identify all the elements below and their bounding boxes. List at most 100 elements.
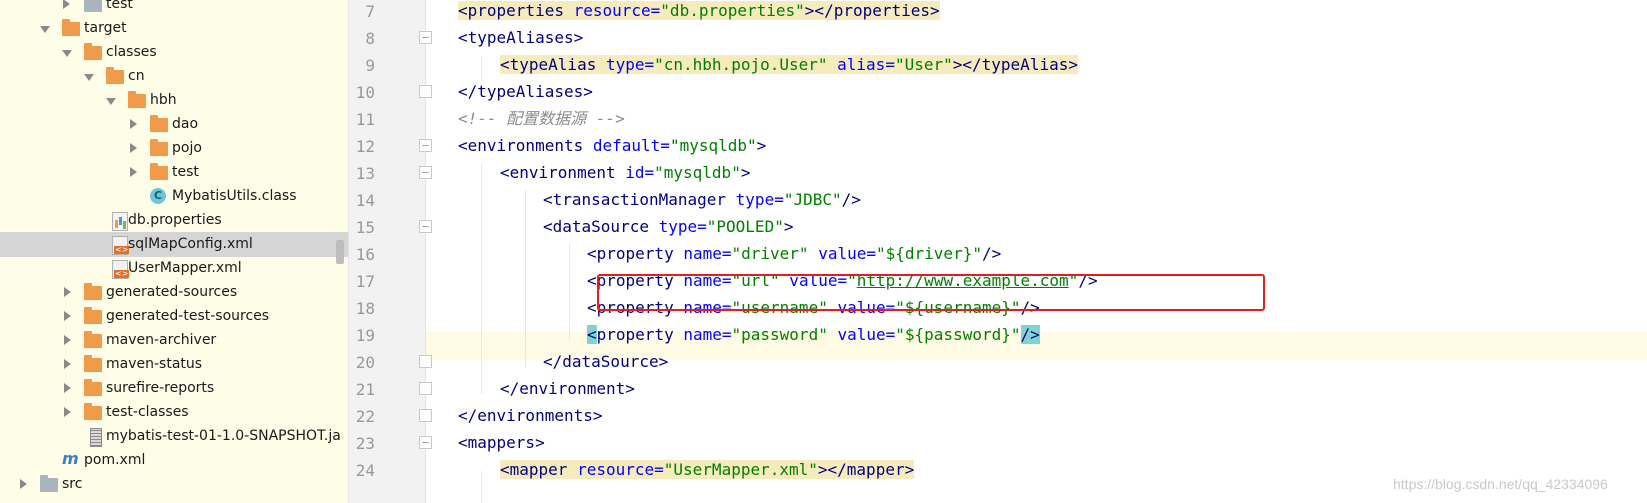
line-number: 14 — [355, 191, 375, 210]
tree-item-surefire-reports[interactable]: surefire-reports — [0, 376, 348, 401]
tree-item-mybatisutils-class[interactable]: C MybatisUtils.class — [0, 184, 348, 209]
expand-arrow-icon[interactable] — [64, 335, 71, 345]
code-line-7: <properties resource="db.properties"></p… — [458, 1, 940, 20]
expand-arrow-icon[interactable] — [64, 383, 71, 393]
code-line-23: <mappers> — [458, 433, 545, 452]
line-number: 10 — [355, 83, 375, 102]
tree-item-pojo[interactable]: pojo — [0, 136, 348, 161]
collapse-arrow-icon[interactable] — [62, 50, 72, 57]
expand-arrow-icon[interactable] — [64, 407, 71, 417]
tree-item-test-classes[interactable]: test-classes — [0, 400, 348, 425]
collapse-arrow-icon[interactable] — [40, 26, 50, 33]
line-number: 19 — [355, 326, 375, 345]
folder-icon — [62, 19, 80, 36]
line-number: 9 — [365, 56, 375, 75]
brace-match-highlight: /> — [1020, 325, 1040, 344]
line-number: 13 — [355, 164, 375, 183]
maven-icon: m — [62, 449, 79, 468]
indent-guide — [569, 244, 570, 340]
expand-arrow-icon[interactable] — [63, 0, 70, 9]
tree-item-classes[interactable]: classes — [0, 40, 348, 65]
properties-file-icon — [112, 212, 128, 231]
expand-arrow-icon[interactable] — [64, 287, 71, 297]
collapse-arrow-icon[interactable] — [84, 74, 94, 81]
tree-item-target[interactable]: target — [0, 16, 348, 41]
expand-arrow-icon[interactable] — [130, 143, 137, 153]
code-line-21: </environment> — [500, 379, 635, 398]
code-line-20: </dataSource> — [543, 352, 669, 371]
fold-marker-icon[interactable] — [419, 436, 432, 449]
indent-guide — [481, 471, 482, 503]
expand-arrow-icon[interactable] — [130, 119, 137, 129]
tree-item-test[interactable]: test — [0, 160, 348, 185]
code-line-10: </typeAliases> — [458, 82, 593, 101]
folder-icon — [150, 139, 168, 156]
fold-end-icon[interactable] — [419, 85, 432, 98]
expand-arrow-icon[interactable] — [64, 311, 71, 321]
project-tree: test target classes cn hbh dao pojo test… — [0, 0, 349, 503]
jar-file-icon — [90, 428, 102, 447]
code-line-14: <transactionManager type="JDBC"/> — [543, 190, 861, 209]
fold-end-icon[interactable] — [419, 355, 432, 368]
code-line-12: <environments default="mysqldb"> — [458, 136, 767, 155]
folder-icon — [84, 379, 102, 396]
fold-end-icon[interactable] — [419, 382, 432, 395]
xml-file-icon — [112, 260, 130, 279]
folder-icon — [150, 163, 168, 180]
xml-file-icon — [112, 236, 130, 255]
folder-icon — [84, 283, 102, 300]
indent-guide — [481, 56, 482, 80]
tree-item-usermapper-xml[interactable]: UserMapper.xml — [0, 256, 348, 281]
annotation-highlight-box — [597, 274, 1265, 311]
folder-icon — [40, 475, 58, 492]
tree-item-maven-archiver[interactable]: maven-archiver — [0, 328, 348, 353]
folder-icon — [84, 307, 102, 324]
folder-icon — [106, 67, 124, 84]
expand-arrow-icon[interactable] — [64, 359, 71, 369]
tree-item-generated-sources[interactable]: generated-sources — [0, 280, 348, 305]
line-number: 8 — [365, 29, 375, 48]
line-number: 24 — [355, 461, 375, 480]
tree-item-test-top[interactable]: test — [0, 0, 348, 17]
indent-guide — [481, 164, 482, 394]
folder-icon — [84, 355, 102, 372]
fold-marker-icon[interactable] — [419, 166, 432, 179]
tree-item-hbh[interactable]: hbh — [0, 88, 348, 113]
code-line-15: <dataSource type="POOLED"> — [543, 217, 794, 236]
tree-item-pom-xml[interactable]: m pom.xml — [0, 448, 348, 473]
fold-marker-icon[interactable] — [419, 31, 432, 44]
tree-item-sqlmapconfig-xml[interactable]: sqlMapConfig.xml — [0, 232, 348, 257]
line-number: 20 — [355, 353, 375, 372]
expand-arrow-icon[interactable] — [130, 167, 137, 177]
fold-marker-icon[interactable] — [419, 139, 432, 152]
expand-arrow-icon[interactable] — [20, 479, 27, 489]
code-line-24: <mapper resource="UserMapper.xml"></mapp… — [500, 460, 915, 479]
tree-item-dao[interactable]: dao — [0, 112, 348, 137]
tree-item-cn[interactable]: cn — [0, 64, 348, 89]
line-number: 22 — [355, 407, 375, 426]
line-number: 23 — [355, 434, 375, 453]
collapse-arrow-icon[interactable] — [106, 98, 116, 105]
line-number: 7 — [365, 2, 375, 21]
tree-item-generated-test-sources[interactable]: generated-test-sources — [0, 304, 348, 329]
code-line-9: <typeAlias type="cn.hbh.pojo.User" alias… — [500, 55, 1078, 74]
line-number: 17 — [355, 272, 375, 291]
folder-icon — [84, 0, 102, 12]
code-line-22: </environments> — [458, 406, 603, 425]
tree-item-snapshot-jar[interactable]: mybatis-test-01-1.0-SNAPSHOT.ja — [0, 424, 348, 449]
code-line-13: <environment id="mysqldb"> — [500, 163, 751, 182]
tree-item-db-properties[interactable]: db.properties — [0, 208, 348, 233]
folder-icon — [150, 115, 168, 132]
java-class-icon: C — [150, 188, 166, 204]
code-line-11: <!-- 配置数据源 --> — [458, 109, 625, 128]
code-line-8: <typeAliases> — [458, 28, 584, 47]
folder-icon — [84, 403, 102, 420]
fold-marker-icon[interactable] — [419, 220, 432, 233]
folder-icon — [84, 43, 102, 60]
tree-scrollbar[interactable] — [336, 240, 344, 264]
fold-end-icon[interactable] — [419, 409, 432, 422]
tree-item-maven-status[interactable]: maven-status — [0, 352, 348, 377]
tree-item-src[interactable]: src — [0, 472, 348, 497]
line-number: 12 — [355, 137, 375, 156]
code-line-16: <property name="driver" value="${driver}… — [587, 244, 1002, 263]
